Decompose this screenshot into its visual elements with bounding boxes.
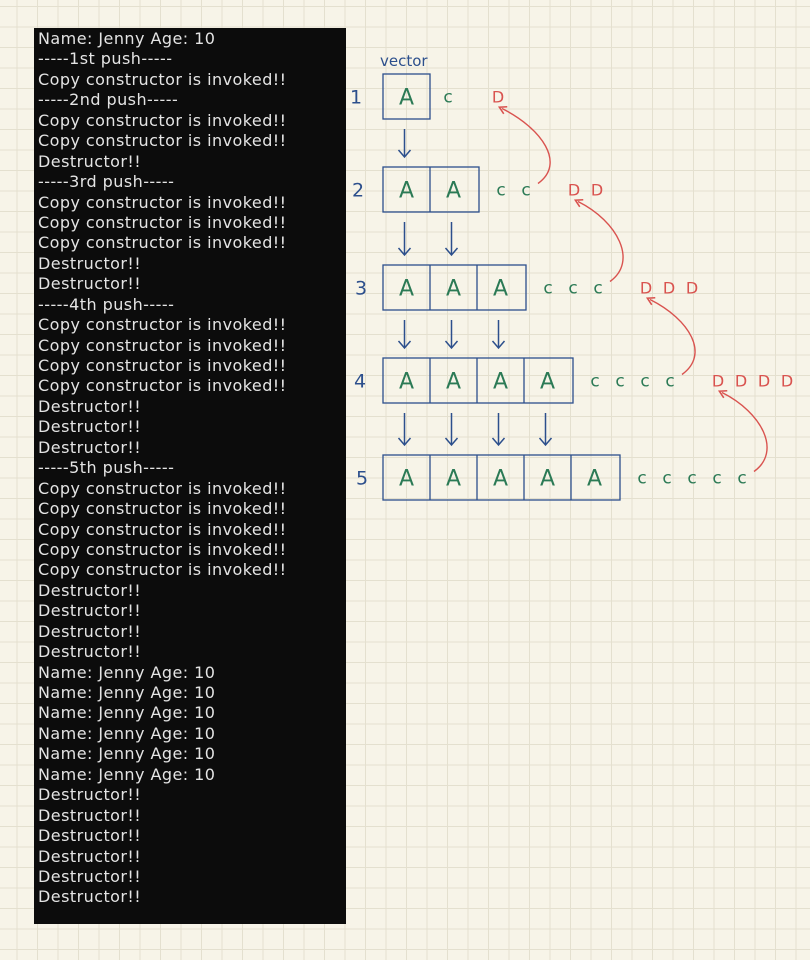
vector-row: 5AAAAAccccc (356, 454, 747, 501)
destruct-mark: D (492, 88, 504, 107)
destruct-mark: D (686, 279, 698, 298)
down-arrow (397, 222, 412, 257)
element-cell: A (493, 277, 508, 302)
vector-box (382, 166, 480, 213)
copy-mark: c (543, 279, 552, 299)
vector-row: 1 Ac D (350, 73, 504, 120)
element-cell: A (446, 467, 461, 492)
element-cell: A (399, 86, 414, 111)
copy-mark: c (615, 372, 624, 392)
element-cell: A (399, 370, 414, 395)
copy-mark: c (521, 181, 530, 201)
element-cell: A (446, 277, 461, 302)
down-arrow (491, 320, 506, 350)
copy-mark: c (568, 279, 577, 299)
down-arrow (538, 413, 553, 447)
row-number: 1 (350, 87, 362, 109)
element-cell: A (540, 467, 555, 492)
destruct-mark: D (663, 279, 675, 298)
vector-row: 3AAAcccDDD (355, 264, 698, 311)
destructor-curve-arrow (645, 296, 696, 376)
destruct-mark: D (640, 279, 652, 298)
copy-mark: c (590, 372, 599, 392)
destruct-mark: D (758, 372, 770, 391)
copy-mark: c (737, 469, 746, 489)
element-cell: A (493, 370, 508, 395)
down-arrow (397, 129, 412, 159)
vector-label: vector (380, 52, 428, 70)
destructor-curve-arrow (717, 389, 768, 473)
element-cell: A (587, 467, 602, 492)
copy-mark: c (496, 181, 505, 201)
copy-mark: c (640, 372, 649, 392)
row-number: 5 (356, 468, 368, 490)
element-cell: A (446, 179, 461, 204)
down-arrow (444, 413, 459, 447)
vector-row: 2 A Acc DD (352, 166, 603, 213)
vector-growth-diagram: vector 1 Ac D2 A Ac c D D3 A A Ac c c D D D4 A A A Ac c c c D D D… (350, 52, 793, 501)
element-cell: A (399, 277, 414, 302)
down-arrow (397, 320, 412, 350)
element-cell: A (399, 179, 414, 204)
destructor-curve-arrow (497, 105, 551, 185)
destruct-mark: D (591, 181, 603, 200)
row-number: 3 (355, 278, 367, 300)
copy-mark: c (665, 372, 674, 392)
down-arrow (397, 413, 412, 447)
destruct-mark: D (712, 372, 724, 391)
down-arrow (491, 413, 506, 447)
element-cell: A (540, 370, 555, 395)
down-arrow (444, 222, 459, 257)
copy-mark: c (662, 469, 671, 489)
element-cell: A (493, 467, 508, 492)
element-cell: A (446, 370, 461, 395)
vector-row: 4AAAAccccDDDD (354, 357, 793, 404)
copy-mark: c (443, 88, 452, 108)
copy-mark: c (712, 469, 721, 489)
destruct-mark: D (568, 181, 580, 200)
destruct-mark: D (735, 372, 747, 391)
copy-mark: c (637, 469, 646, 489)
element-cell: A (399, 467, 414, 492)
row-number: 4 (354, 371, 366, 393)
destruct-mark: D (781, 372, 793, 391)
destructor-curve-arrow (573, 198, 624, 283)
row-number: 2 (352, 180, 364, 202)
down-arrow (444, 320, 459, 350)
copy-mark: c (687, 469, 696, 489)
copy-mark: c (593, 279, 602, 299)
